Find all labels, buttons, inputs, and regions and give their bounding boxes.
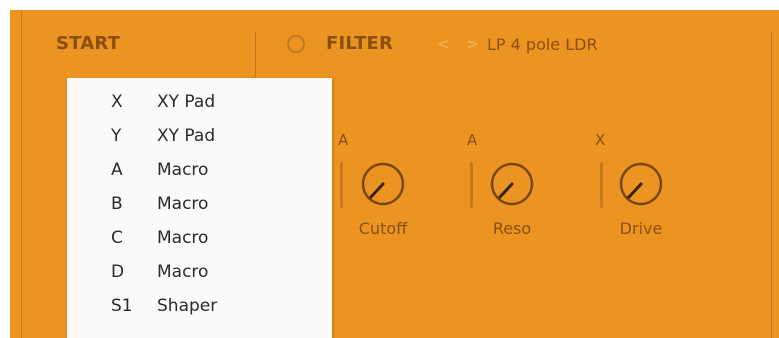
filter-type-nav-arrows[interactable]: < > <box>437 35 485 53</box>
menu-item-y[interactable]: Y XY Pad <box>67 126 332 160</box>
cutoff-mod-bar[interactable] <box>340 162 343 208</box>
menu-item-key: D <box>111 262 125 282</box>
menu-item-key: S1 <box>111 296 133 316</box>
filter-section-title: FILTER <box>326 33 394 54</box>
menu-item-key: Y <box>111 126 122 146</box>
menu-item-s1[interactable]: S1 Shaper <box>67 296 332 330</box>
menu-item-key: A <box>111 160 123 180</box>
drive-knob[interactable] <box>619 162 663 206</box>
menu-item-label: Macro <box>157 160 209 180</box>
drive-mod-bar[interactable] <box>600 162 603 208</box>
menu-item-key: B <box>111 194 123 214</box>
filter-type-selector[interactable]: LP 4 pole LDR <box>487 35 598 54</box>
modulation-source-menu: X XY Pad Y XY Pad A Macro B Macro C Macr… <box>67 78 332 338</box>
menu-item-label: XY Pad <box>157 92 216 112</box>
menu-item-b[interactable]: B Macro <box>67 194 332 228</box>
menu-item-label: Shaper <box>157 296 218 316</box>
start-section-title: START <box>56 33 121 54</box>
cutoff-label: Cutoff <box>358 219 408 238</box>
menu-item-c[interactable]: C Macro <box>67 228 332 262</box>
reso-label: Reso <box>492 219 532 238</box>
menu-item-d[interactable]: D Macro <box>67 262 332 296</box>
panel-right-divider <box>771 32 772 338</box>
reso-mod-source[interactable]: A <box>467 131 477 149</box>
panel-left-divider <box>21 10 22 338</box>
reso-knob[interactable] <box>490 162 534 206</box>
drive-label: Drive <box>619 219 663 238</box>
menu-item-label: Macro <box>157 262 209 282</box>
reso-mod-bar[interactable] <box>470 162 473 208</box>
cutoff-knob[interactable] <box>361 162 405 206</box>
filter-power-toggle[interactable] <box>287 35 305 53</box>
menu-item-label: Macro <box>157 228 209 248</box>
menu-item-label: Macro <box>157 194 209 214</box>
menu-item-a[interactable]: A Macro <box>67 160 332 194</box>
menu-item-key: X <box>111 92 123 112</box>
menu-item-label: XY Pad <box>157 126 216 146</box>
menu-item-key: C <box>111 228 123 248</box>
menu-item-x[interactable]: X XY Pad <box>67 92 332 126</box>
drive-mod-source[interactable]: X <box>595 131 605 149</box>
cutoff-mod-source[interactable]: A <box>338 131 348 149</box>
